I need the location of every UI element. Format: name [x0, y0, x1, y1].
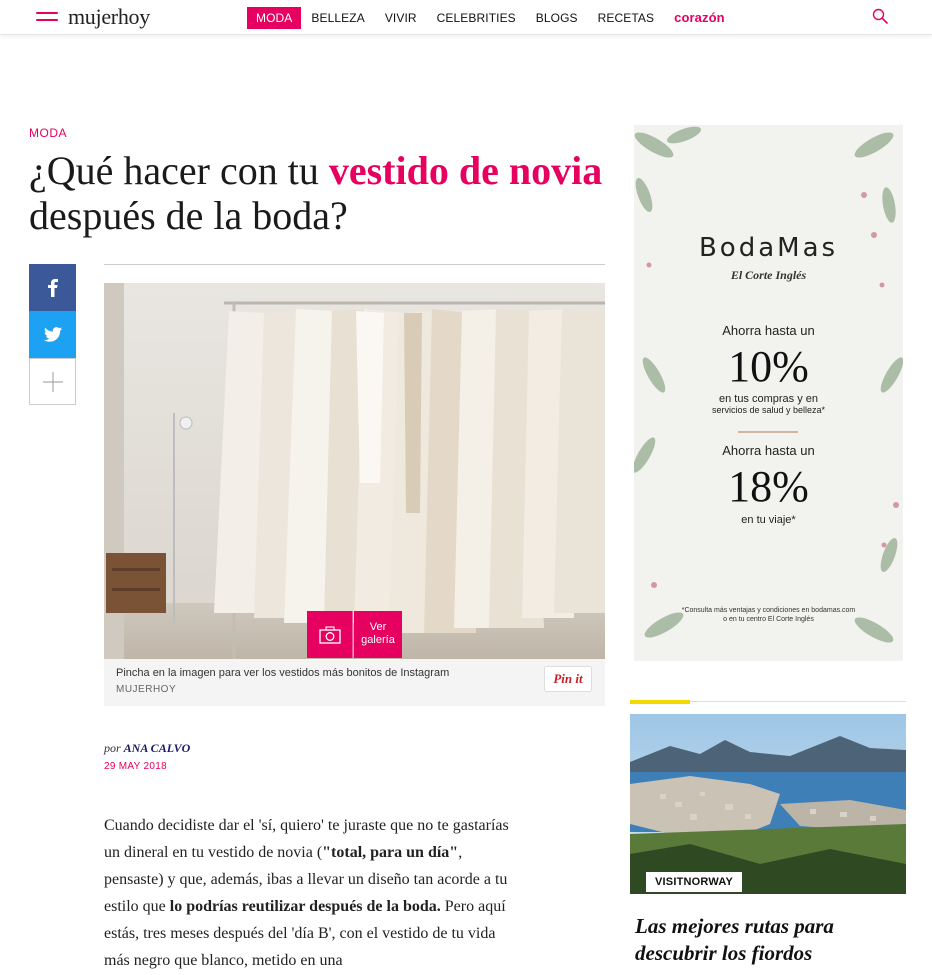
- author-link[interactable]: ANA CALVO: [124, 741, 191, 755]
- main-nav: MODA BELLEZA VIVIR CELEBRITIES BLOGS REC…: [247, 7, 735, 29]
- promo-image[interactable]: [630, 714, 906, 894]
- top-navigation-bar: mujerhoy MODA BELLEZA VIVIR CELEBRITIES …: [0, 0, 932, 35]
- byline-prefix: por: [104, 741, 121, 755]
- nav-item-corazon[interactable]: corazón: [664, 7, 735, 29]
- ad-footnote-2: o en tu centro El Corte Inglés: [723, 616, 814, 623]
- facebook-share-button[interactable]: [29, 264, 76, 311]
- ad-sub-brand: El Corte Inglés: [730, 268, 807, 282]
- body-bold-1: "total, para un día": [322, 844, 459, 861]
- twitter-share-button[interactable]: [29, 311, 76, 358]
- nav-item-recetas[interactable]: RECETAS: [588, 7, 665, 29]
- gallery-label-line2: galería: [361, 634, 395, 646]
- view-gallery-button[interactable]: Ver galería: [354, 611, 402, 658]
- search-icon[interactable]: [872, 8, 888, 24]
- section-tag[interactable]: MODA: [29, 126, 67, 140]
- promo-sponsor-tag[interactable]: VISITNORWAY: [646, 872, 742, 892]
- ad-brand: BodaMas: [698, 233, 839, 263]
- ad-offer1-desc1: en tus compras y en: [718, 393, 819, 405]
- title-part-2: después de la boda?: [29, 193, 348, 238]
- nav-item-vivir[interactable]: VIVIR: [375, 7, 427, 29]
- image-caption: Pincha en la imagen para ver los vestido…: [116, 667, 450, 679]
- bodamas-ad[interactable]: BodaMas El Corte Inglés Ahorra hasta un …: [634, 125, 903, 661]
- twitter-icon: [43, 327, 62, 342]
- nav-item-belleza[interactable]: BELLEZA: [301, 7, 374, 29]
- wedding-dresses-photo: [104, 283, 605, 659]
- gallery-camera-button[interactable]: [307, 611, 353, 658]
- ad-offer2-desc: en tu viaje*: [741, 514, 796, 526]
- nav-item-moda[interactable]: MODA: [247, 7, 302, 29]
- title-part-1: ¿Qué hacer con tu: [29, 148, 329, 193]
- article-body-paragraph: Cuando decidiste dar el 'sí, quiero' te …: [104, 812, 524, 974]
- gallery-label-line1: Ver: [369, 621, 387, 633]
- promo-accent-bar: [630, 700, 690, 704]
- byline: por ANA CALVO: [104, 741, 190, 756]
- nav-item-blogs[interactable]: BLOGS: [526, 7, 588, 29]
- ad-offer2-label: Ahorra hasta un: [722, 443, 815, 458]
- norway-fjord-photo: [630, 714, 906, 894]
- pinterest-pin-button[interactable]: Pin it: [544, 666, 592, 692]
- title-highlight: vestido de novia: [328, 148, 603, 193]
- header-divider: [104, 264, 605, 265]
- image-credit: MUJERHOY: [116, 684, 177, 695]
- ad-offer1-desc2: servicios de salud y belleza*: [711, 405, 826, 415]
- plus-icon: [42, 371, 63, 392]
- article-main-image[interactable]: [104, 283, 605, 659]
- ad-offer2-value: 18%: [728, 462, 809, 511]
- ad-offer1-value: 10%: [728, 342, 809, 391]
- ad-footnote-1: *Consulta más ventajas y condiciones en …: [681, 607, 856, 614]
- publish-date: 29 MAY 2018: [104, 761, 167, 772]
- image-caption-box: Pincha en la imagen para ver los vestido…: [104, 659, 605, 706]
- ad-offer1-label: Ahorra hasta un: [722, 323, 815, 338]
- nav-item-celebrities[interactable]: CELEBRITIES: [427, 7, 526, 29]
- body-bold-2: lo podrías reutilizar después de la boda…: [169, 898, 441, 915]
- article-title: ¿Qué hacer con tu vestido de novia despu…: [29, 148, 619, 238]
- hamburger-menu-icon[interactable]: [36, 12, 58, 24]
- more-share-button[interactable]: [29, 358, 76, 405]
- share-bar: [29, 264, 76, 405]
- facebook-icon: [47, 278, 58, 297]
- camera-icon: [318, 625, 341, 644]
- site-logo[interactable]: mujerhoy: [68, 4, 150, 30]
- promo-divider: [690, 701, 906, 702]
- promo-title[interactable]: Las mejores rutas para descubrir los fio…: [635, 913, 915, 967]
